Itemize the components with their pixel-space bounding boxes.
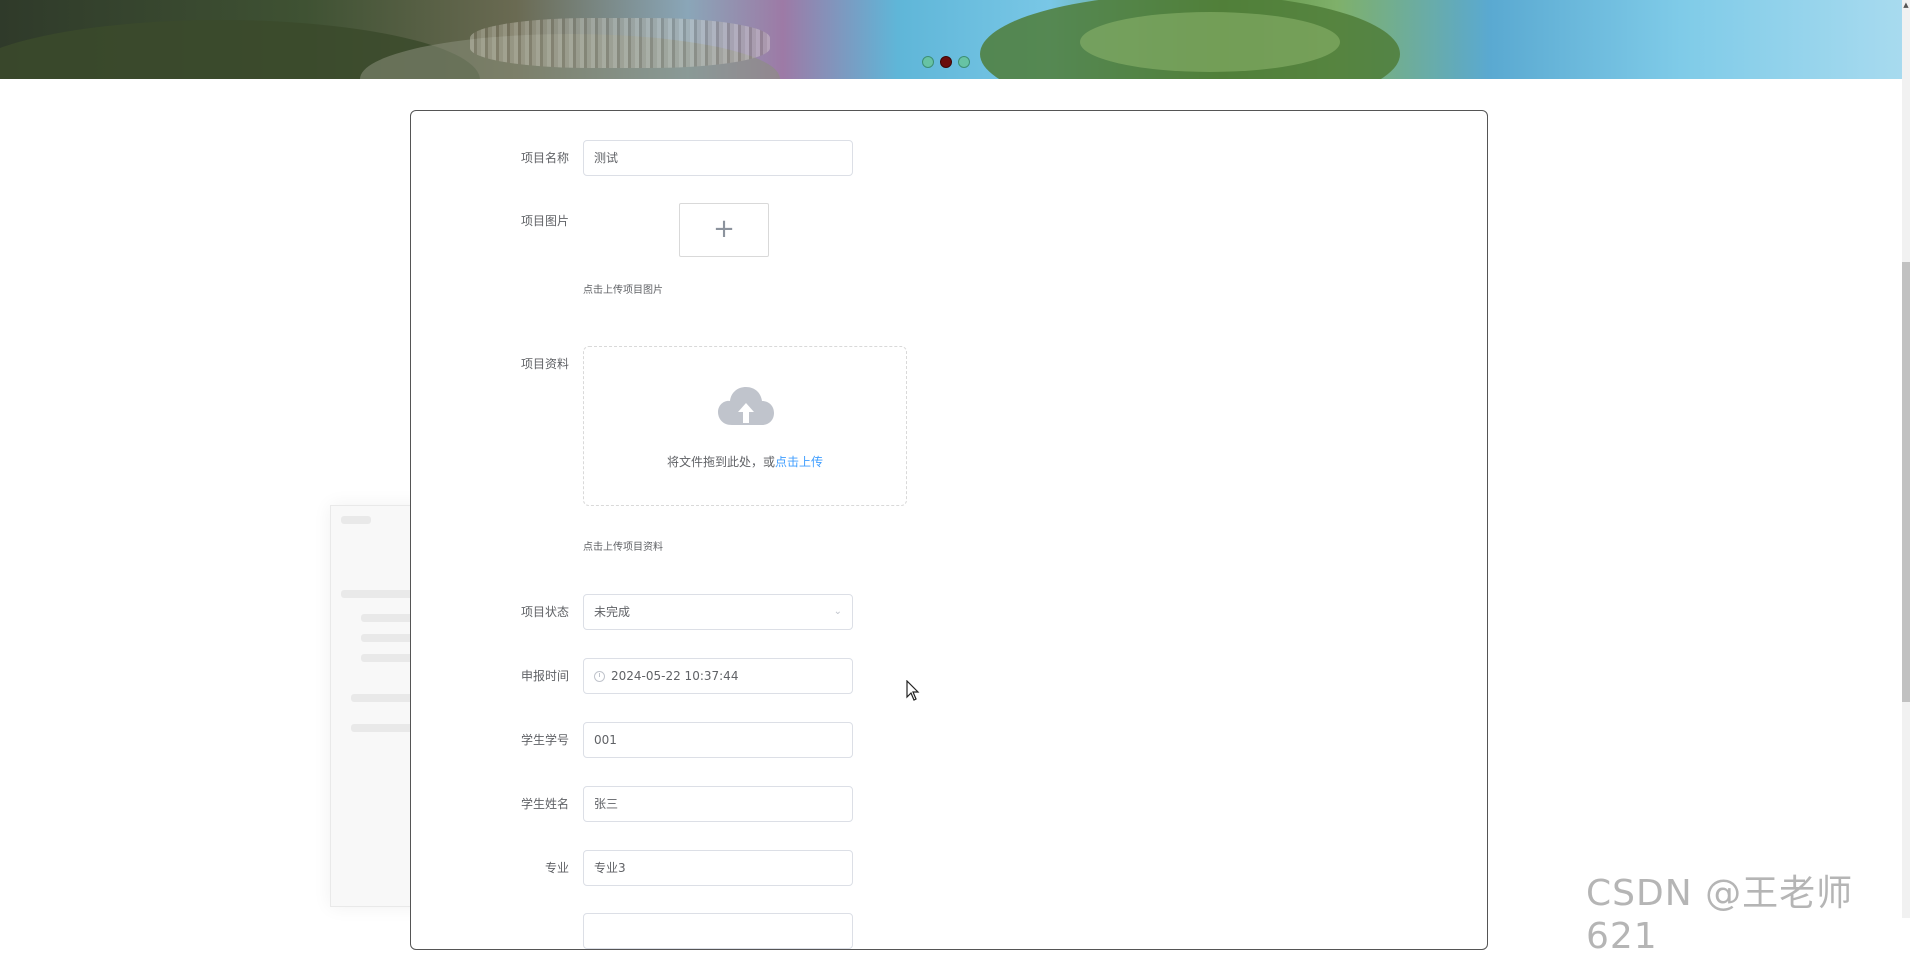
project-status-value: 未完成	[594, 605, 631, 619]
plus-icon: +	[713, 214, 735, 244]
report-time-label: 申报时间	[520, 669, 569, 683]
project-status-label: 项目状态	[520, 605, 569, 619]
major-label: 专业	[544, 861, 569, 875]
student-name-input[interactable]: 张三	[583, 786, 853, 822]
major-input[interactable]: 专业3	[583, 850, 853, 886]
banner-island	[1080, 12, 1340, 72]
banner-town	[470, 18, 770, 68]
student-id-label: 学生学号	[520, 733, 569, 747]
project-image-tip: 点击上传项目图片	[583, 285, 663, 296]
drop-zone-text: 将文件拖到此处，或点击上传	[584, 453, 906, 470]
carousel-dot-3[interactable]	[958, 56, 970, 68]
project-name-label: 项目名称	[520, 151, 569, 165]
project-status-select[interactable]: 未完成 ⌄	[583, 594, 853, 630]
student-name-label: 学生姓名	[520, 797, 569, 811]
csdn-watermark: CSDN @王老师621	[1586, 873, 1854, 957]
banner-carousel	[0, 0, 1910, 79]
scrollbar-thumb[interactable]	[1902, 262, 1910, 702]
project-file-tip: 点击上传项目资料	[583, 542, 663, 553]
project-file-label: 项目资料	[520, 357, 569, 371]
ghost-line	[341, 516, 371, 524]
chevron-down-icon: ⌄	[833, 606, 842, 617]
file-drop-zone[interactable]: 将文件拖到此处，或点击上传	[583, 346, 907, 506]
scroll-up-icon[interactable]: ▲	[1902, 0, 1910, 10]
project-form-card: 项目名称 测试 项目图片 + 点击上传项目图片 项目资料 将文件拖到此处，或点击…	[410, 110, 1488, 950]
student-id-input[interactable]: 001	[583, 722, 853, 758]
carousel-dot-1[interactable]	[922, 56, 934, 68]
page-scrollbar[interactable]: ▲	[1902, 0, 1910, 918]
drop-zone-hint: 将文件拖到此处，或	[666, 455, 775, 469]
upload-cloud-icon	[718, 387, 774, 425]
project-image-label: 项目图片	[520, 214, 569, 228]
image-upload-button[interactable]: +	[679, 203, 769, 257]
next-field-input[interactable]	[583, 913, 853, 949]
report-time-picker[interactable]: 2024-05-22 10:37:44	[583, 658, 853, 694]
clock-icon	[594, 671, 605, 682]
project-name-input[interactable]: 测试	[583, 140, 853, 176]
mouse-cursor-icon	[906, 680, 920, 701]
report-time-value: 2024-05-22 10:37:44	[611, 669, 739, 683]
click-upload-link[interactable]: 点击上传	[775, 455, 823, 469]
carousel-dot-2[interactable]	[940, 56, 952, 68]
carousel-indicators	[922, 56, 970, 68]
